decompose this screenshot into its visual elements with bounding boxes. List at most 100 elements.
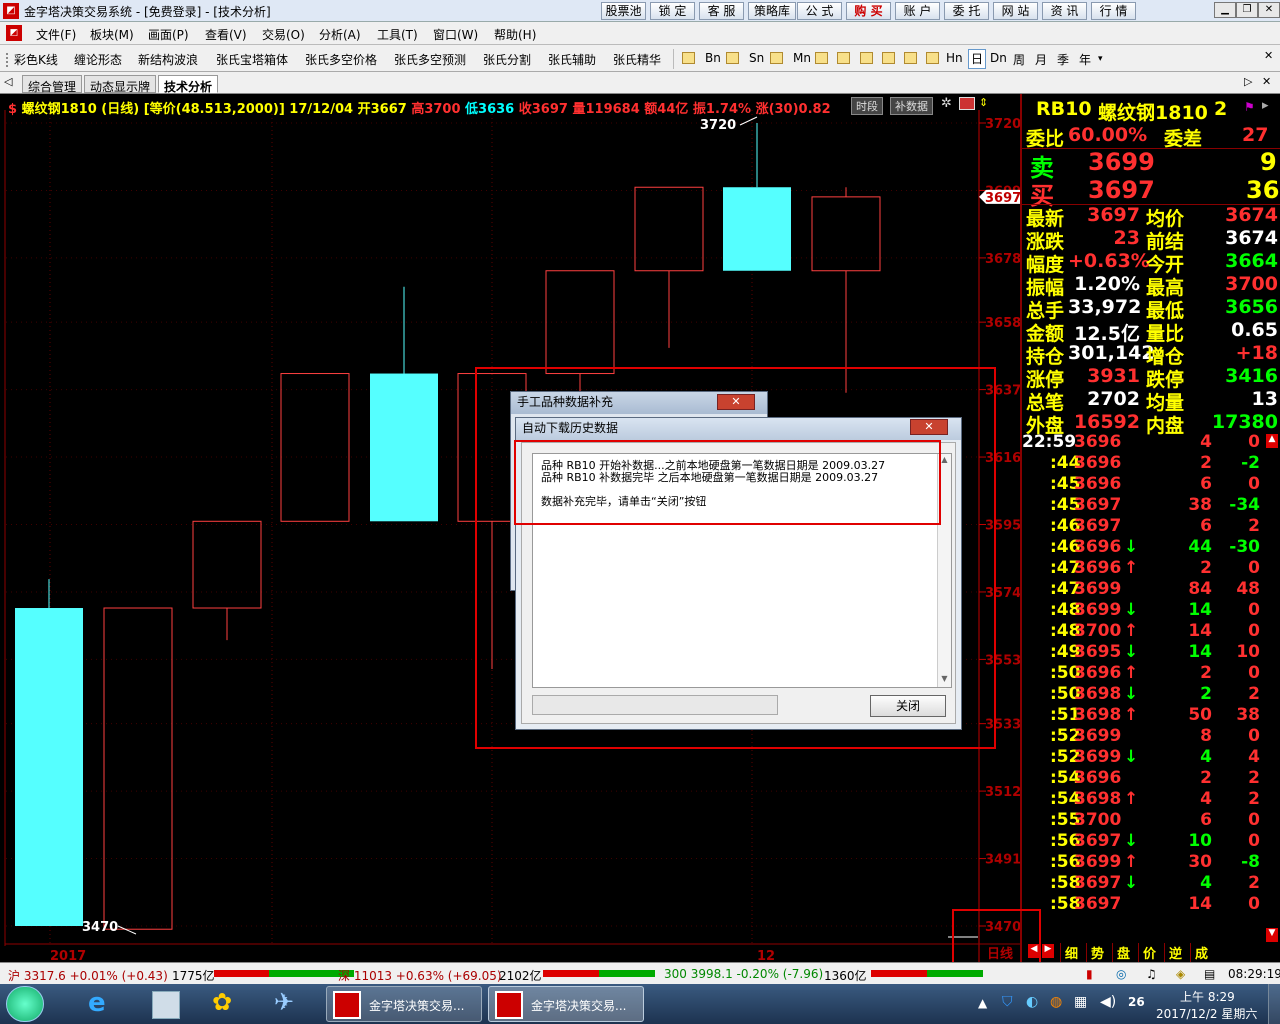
toolbar-item-6[interactable]: 张氏分割 — [483, 51, 531, 68]
menu-item-4[interactable]: 交易(O) — [262, 26, 305, 43]
clock-time[interactable]: 上午 8:29 — [1180, 988, 1235, 1005]
period-8[interactable]: 季 — [1057, 51, 1069, 68]
quote-scroll-icon[interactable]: ▸ — [1262, 98, 1269, 113]
tray-app-icon[interactable]: ◐ — [1026, 994, 1038, 1010]
network-icon[interactable]: ◎ — [1116, 967, 1126, 981]
menu-item-0[interactable]: 文件(F) — [36, 26, 76, 43]
top-button-5[interactable]: 购 买 — [846, 2, 891, 20]
tray-expand-icon[interactable]: ▲ — [978, 996, 987, 1010]
quote-flag-icon[interactable]: ⚑ — [1244, 100, 1255, 114]
top-button-8[interactable]: 网 站 — [993, 2, 1038, 20]
period-9[interactable]: 年 — [1079, 51, 1091, 68]
period-7[interactable]: 月 — [1035, 51, 1047, 68]
timeshare-button[interactable]: 时段 — [851, 97, 883, 115]
toolbar-item-7[interactable]: 张氏辅助 — [548, 51, 596, 68]
tab-scroll-left-icon[interactable]: ◁ — [4, 75, 12, 88]
menu-item-6[interactable]: 工具(T) — [377, 26, 418, 43]
toolbar-more-icon[interactable]: ▾ — [1098, 54, 1103, 64]
toolbar-item-3[interactable]: 张氏宝塔箱体 — [216, 51, 288, 68]
period-icon-0[interactable] — [682, 52, 695, 64]
tray-color-icon[interactable]: ◍ — [1050, 994, 1062, 1010]
supplement-data-button[interactable]: 补数据 — [890, 97, 933, 115]
period-icon-7[interactable] — [904, 52, 917, 64]
top-button-1[interactable]: 锁 定 — [650, 2, 695, 20]
period-icon-5[interactable] — [860, 52, 873, 64]
period-icon-3[interactable] — [815, 52, 828, 64]
minimize-button[interactable]: ▁ — [1214, 2, 1236, 18]
menu-item-8[interactable]: 帮助(H) — [494, 26, 536, 43]
alarm-icon[interactable]: ▮ — [1086, 967, 1093, 981]
quote-tab-1[interactable]: 势 — [1086, 943, 1104, 962]
doc-icon[interactable]: ▤ — [1204, 967, 1215, 981]
period-icon-4[interactable] — [837, 52, 850, 64]
tab-technical-analysis[interactable]: 技术分析 — [158, 75, 219, 94]
menu-item-2[interactable]: 画面(P) — [148, 26, 189, 43]
top-button-9[interactable]: 资 讯 — [1042, 2, 1087, 20]
toolbar-close-icon[interactable]: ✕ — [1264, 49, 1273, 62]
quote-tab-4[interactable]: 逆 — [1164, 943, 1182, 962]
shield-icon[interactable]: ⛉ — [1002, 994, 1013, 1010]
tab-dynamic-board[interactable]: 动态显示牌 — [84, 75, 157, 94]
paint-icon[interactable]: ✿ — [212, 988, 232, 1016]
toolbar-item-8[interactable]: 张氏精华 — [613, 51, 661, 68]
taskbar-item-1[interactable]: 金字塔决策交易... — [326, 986, 482, 1022]
explorer-icon[interactable] — [152, 991, 180, 1019]
quote-tab-2[interactable]: 盘 — [1112, 943, 1130, 962]
taskbar-item-2[interactable]: 金字塔决策交易... — [488, 986, 644, 1022]
period-1[interactable]: Sn — [749, 51, 764, 65]
tools-icon[interactable]: ◈ — [1176, 967, 1185, 981]
top-button-3[interactable]: 策略库 — [748, 2, 796, 20]
menu-item-7[interactable]: 窗口(W) — [433, 26, 478, 43]
top-button-6[interactable]: 账 户 — [895, 2, 940, 20]
candle-body — [192, 520, 262, 609]
period-icon-6[interactable] — [882, 52, 895, 64]
quote-tab-next-icon[interactable]: ▶ — [1042, 944, 1054, 958]
menu-item-3[interactable]: 查看(V) — [205, 26, 247, 43]
network-tray-icon[interactable]: ▦ — [1074, 994, 1087, 1010]
quote-tab-0[interactable]: 细 — [1060, 943, 1078, 962]
period-0[interactable]: Bn — [705, 51, 721, 65]
top-button-7[interactable]: 委 托 — [944, 2, 989, 20]
period-5[interactable]: Dn — [990, 51, 1007, 65]
top-button-4[interactable]: 公 式 — [797, 2, 842, 20]
period-icon-2[interactable] — [770, 52, 783, 64]
restore-button[interactable]: ❐ — [1236, 2, 1258, 18]
period-3[interactable]: Hn — [946, 51, 963, 65]
clock-date[interactable]: 2017/12/2 星期六 — [1156, 1005, 1257, 1022]
menu-app-icon[interactable]: ◩ — [6, 25, 22, 41]
period-icon-8[interactable] — [926, 52, 939, 64]
tab-close-icon[interactable]: ✕ — [1262, 75, 1271, 88]
show-desktop-button[interactable] — [1268, 984, 1280, 1024]
period-2[interactable]: Mn — [793, 51, 811, 65]
close-window-button[interactable]: ✕ — [1258, 2, 1280, 18]
draw-tool-icon[interactable] — [959, 97, 975, 110]
top-button-0[interactable]: 股票池 — [601, 2, 646, 20]
period-icon-1[interactable] — [726, 52, 739, 64]
toolbar-item-4[interactable]: 张氏多空价格 — [305, 51, 377, 68]
top-button-10[interactable]: 行 情 — [1091, 2, 1136, 20]
toolbar-item-1[interactable]: 缠论形态 — [74, 51, 122, 68]
period-4[interactable]: 日 — [968, 49, 987, 69]
quote-tab-5[interactable]: 成 — [1190, 943, 1208, 962]
tick-volume: 2 — [1200, 663, 1212, 683]
tab-management[interactable]: 综合管理 — [22, 75, 83, 94]
pin-icon[interactable]: ⇕ — [979, 96, 988, 109]
bird-icon[interactable]: ✈ — [274, 988, 294, 1016]
tick-scroll-down-icon[interactable]: ▼ — [1266, 928, 1278, 942]
tick-list[interactable]: 22:59 3696 4 0:44 3696 2 -2:45 3696 6 0:45 3697 38-… — [1022, 432, 1280, 922]
period-6[interactable]: 周 — [1013, 51, 1025, 68]
toolbar-item-0[interactable]: 彩色K线 — [14, 51, 58, 68]
settings-gear-icon[interactable]: ✲ — [941, 96, 952, 111]
bell-icon[interactable]: ♫ — [1146, 967, 1157, 981]
ie-icon[interactable]: e — [88, 988, 106, 1018]
tab-scroll-right-icon[interactable]: ▷ — [1244, 75, 1252, 88]
volume-icon[interactable]: ◀) — [1100, 994, 1116, 1010]
menu-item-5[interactable]: 分析(A) — [319, 26, 361, 43]
toolbar-item-2[interactable]: 新结构波浪 — [138, 51, 198, 68]
menu-item-1[interactable]: 板块(M) — [90, 26, 134, 43]
toolbar-item-5[interactable]: 张氏多空预测 — [394, 51, 466, 68]
top-button-2[interactable]: 客 服 — [699, 2, 744, 20]
tick-scroll-up-icon[interactable]: ▲ — [1266, 434, 1278, 448]
quote-tab-3[interactable]: 价 — [1138, 943, 1156, 962]
start-button[interactable] — [6, 986, 44, 1022]
